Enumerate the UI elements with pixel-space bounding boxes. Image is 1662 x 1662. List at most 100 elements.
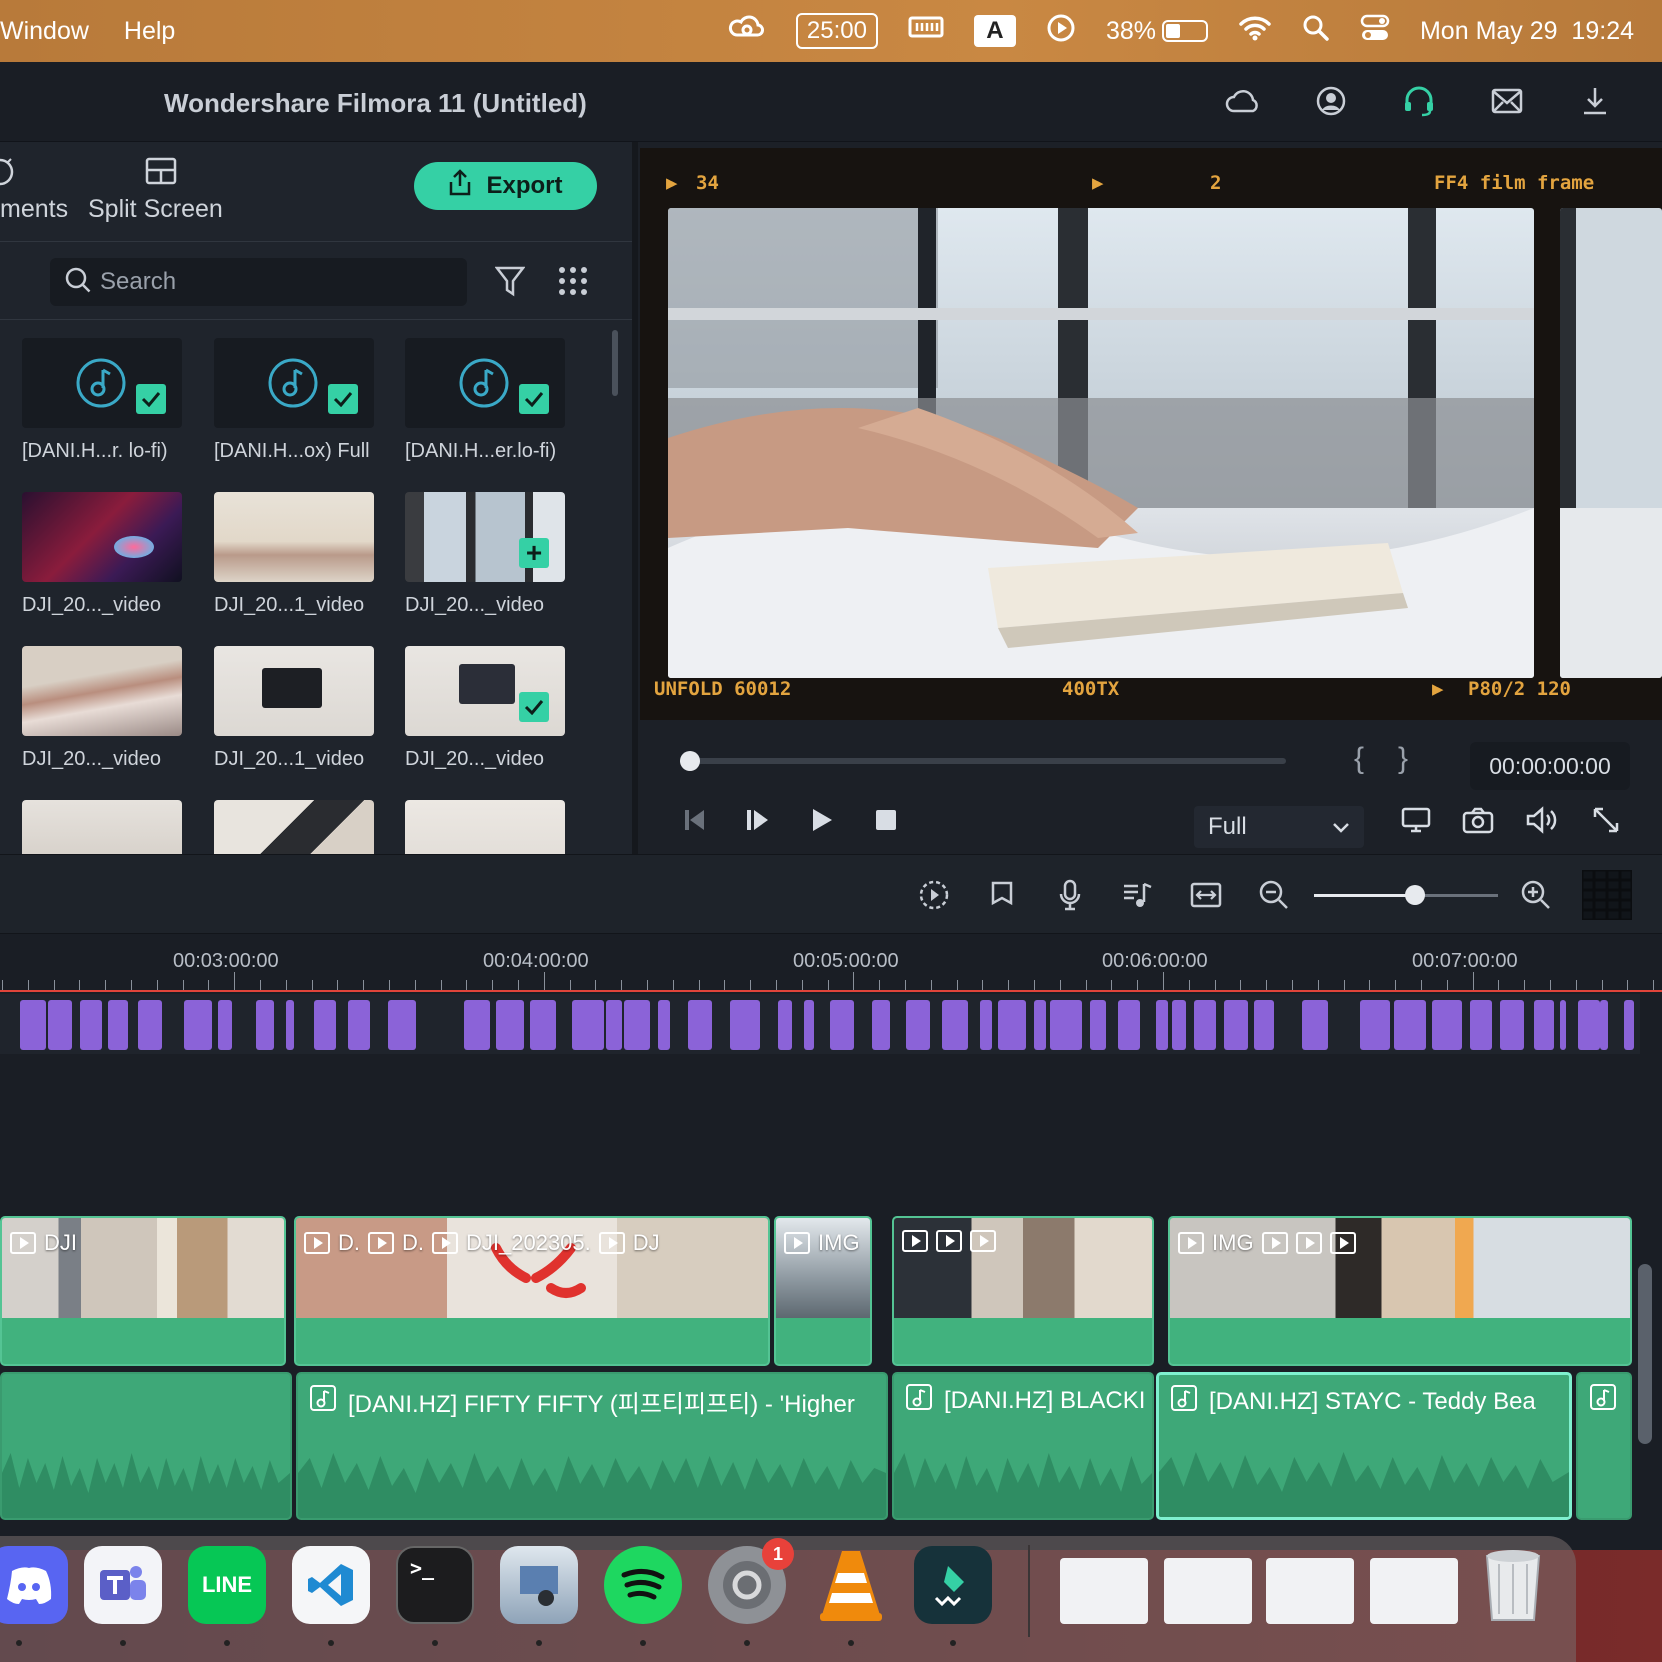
next-frame-icon[interactable] [740,802,776,838]
preview-app-icon[interactable] [500,1546,578,1624]
video-clip[interactable] [892,1216,1154,1366]
time-ruler[interactable]: 00:03:00:00 00:04:00:00 00:05:00:00 00:0… [0,934,1662,990]
video-clip[interactable]: IMG [1168,1216,1632,1366]
minimized-window[interactable] [1164,1558,1252,1624]
download-icon[interactable] [1576,82,1614,120]
mark-in-button[interactable]: { [1354,742,1398,775]
stop-icon[interactable] [868,802,904,838]
menu-window[interactable]: Window [0,17,89,46]
media-item[interactable]: [DANI.H...er.lo-fi) [405,338,565,463]
grid-view-icon[interactable] [558,266,590,298]
beat-marker [980,1000,992,1050]
media-item[interactable]: DJI_20..._video [405,646,565,771]
system-settings-icon[interactable]: 1 [708,1538,794,1624]
media-item[interactable]: + DJI_20..._video [405,492,565,617]
media-item[interactable] [405,800,565,854]
zoom-in-icon[interactable] [1518,877,1554,913]
trash-icon[interactable] [1474,1546,1552,1624]
minimized-window[interactable] [1060,1558,1148,1624]
play-circle-icon[interactable] [1046,13,1076,50]
media-item[interactable]: [DANI.H...r. lo-fi) [22,338,182,463]
spotify-icon[interactable] [604,1546,682,1624]
filter-icon[interactable] [494,264,527,300]
marker-icon[interactable] [984,877,1020,913]
media-item[interactable]: DJI_20..._video [22,646,182,771]
media-item[interactable]: DJI_20..._video [22,492,182,617]
search-input[interactable] [100,268,440,296]
video-clip-icon [432,1232,458,1254]
mail-icon[interactable] [1488,82,1526,120]
media-scrollbar[interactable] [612,330,618,396]
clock[interactable]: Mon May 29 19:24 [1420,17,1634,46]
mark-out-button[interactable]: } [1398,742,1442,775]
preview-quality-select[interactable]: Full [1194,806,1364,848]
tab-elements[interactable]: ments [0,142,70,242]
input-source-indicator[interactable]: A [973,15,1016,47]
control-center-icon[interactable] [1360,13,1390,50]
line-icon[interactable]: LINE [188,1546,266,1624]
audio-track: [DANI.HZ] FIFTY FIFTY (피프티피프티) - 'Higher… [0,1372,1632,1520]
audio-clip[interactable]: [DANI.HZ] BLACKI [892,1372,1154,1520]
audio-clip-selected[interactable]: [DANI.HZ] STAYC - Teddy Bea [1156,1372,1572,1520]
zoom-slider[interactable] [1314,885,1498,905]
video-clip-icon [902,1230,928,1252]
display-icon[interactable] [1398,802,1434,838]
fit-timeline-icon[interactable] [1188,877,1224,913]
vscode-icon[interactable] [292,1546,370,1624]
audio-clip[interactable] [1576,1372,1632,1520]
film-frame-label: FF4 film frame [1434,172,1595,194]
fullscreen-icon[interactable] [1588,802,1624,838]
audio-mixer-icon[interactable] [1120,877,1156,913]
creative-cloud-icon[interactable] [728,13,766,50]
video-clip[interactable]: IMG [774,1216,872,1366]
media-label: DJI_20...1_video [214,748,365,770]
ruler-label: 00:04:00:00 [483,950,589,972]
beat-marker [1578,1000,1600,1050]
play-icon[interactable] [804,802,840,838]
account-icon[interactable] [1312,82,1350,120]
tab-split-screen[interactable]: Split Screen [88,142,238,242]
video-clip[interactable]: DJI [0,1216,286,1366]
previous-frame-icon[interactable] [678,802,714,838]
filmora-dock-icon[interactable] [914,1546,992,1624]
export-button[interactable]: Export [414,162,597,210]
cloud-icon[interactable] [1224,82,1262,120]
spotlight-search-icon[interactable] [1302,14,1330,49]
auto-beat-icon[interactable] [916,877,952,913]
minimized-window[interactable] [1370,1558,1458,1624]
teams-icon[interactable] [84,1546,162,1624]
media-item[interactable] [214,800,374,854]
volume-icon[interactable] [1524,802,1560,838]
snapshot-camera-icon[interactable] [1460,802,1496,838]
media-item[interactable] [22,800,182,854]
minimized-window[interactable] [1266,1558,1354,1624]
timeline-scrollbar[interactable] [1638,1264,1652,1444]
film-frame-top: ▶ 34 ▶ 2 FF4 film frame [640,164,1662,204]
search-box[interactable] [50,258,467,306]
preview-scrubber[interactable] [680,751,1286,771]
track-layout-icon[interactable] [1582,870,1632,920]
battery-status[interactable]: 38% [1106,17,1208,46]
vlc-icon[interactable] [812,1546,890,1624]
microphone-icon[interactable] [1052,877,1088,913]
ruler-tick [311,980,313,990]
menu-help[interactable]: Help [124,17,175,46]
discord-icon[interactable] [0,1546,68,1624]
terminal-icon[interactable]: >_ [396,1546,474,1624]
memory-icon[interactable] [908,15,944,48]
zoom-slider-knob[interactable] [1405,885,1426,905]
checkmark-icon [519,692,549,722]
media-item[interactable]: [DANI.H...ox) Full [214,338,374,463]
zoom-out-icon[interactable] [1256,877,1292,913]
support-headset-icon[interactable] [1400,82,1438,120]
video-clip[interactable]: D. D. DJI_202305. DJ [294,1216,770,1366]
scrubber-knob[interactable] [680,751,700,771]
beat-marker-track[interactable] [0,994,1640,1054]
media-item[interactable]: DJI_20...1_video [214,646,374,771]
audio-clip[interactable]: [DANI.HZ] FIFTY FIFTY (피프티피프티) - 'Higher [296,1372,888,1520]
audio-clip[interactable] [0,1372,292,1520]
wifi-icon[interactable] [1238,15,1272,48]
media-item[interactable]: DJI_20...1_video [214,492,374,617]
pomodoro-timer[interactable]: 25:00 [795,13,878,49]
add-icon[interactable]: + [519,537,549,568]
